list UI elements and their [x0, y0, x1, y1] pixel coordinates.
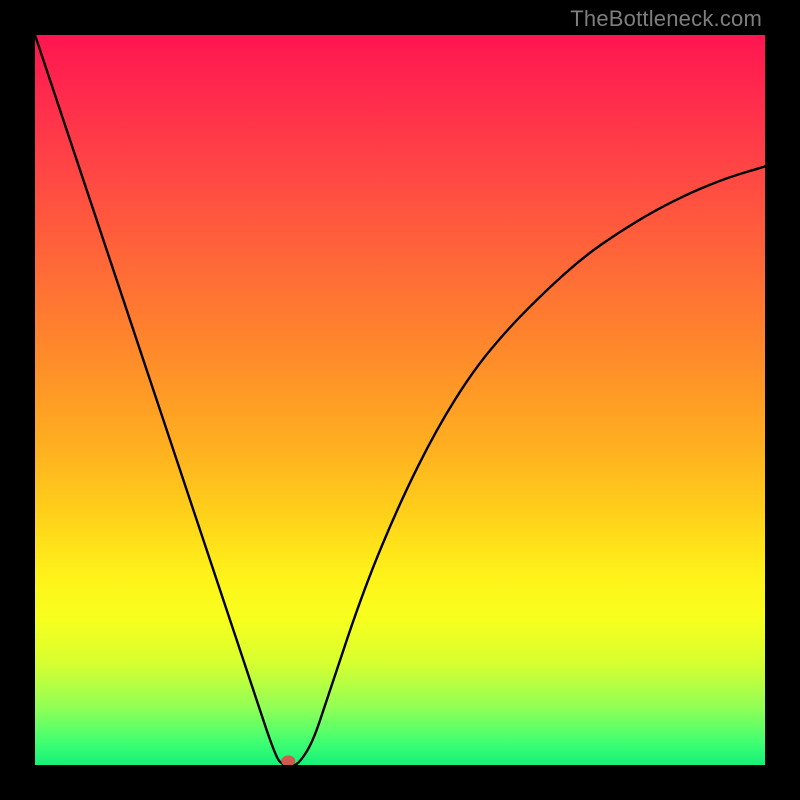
plot-area	[35, 35, 765, 765]
watermark-text: TheBottleneck.com	[570, 6, 762, 32]
bottleneck-curve	[35, 35, 765, 765]
chart-frame: TheBottleneck.com	[0, 0, 800, 800]
curve-path	[35, 35, 765, 765]
minimum-marker	[281, 756, 295, 766]
